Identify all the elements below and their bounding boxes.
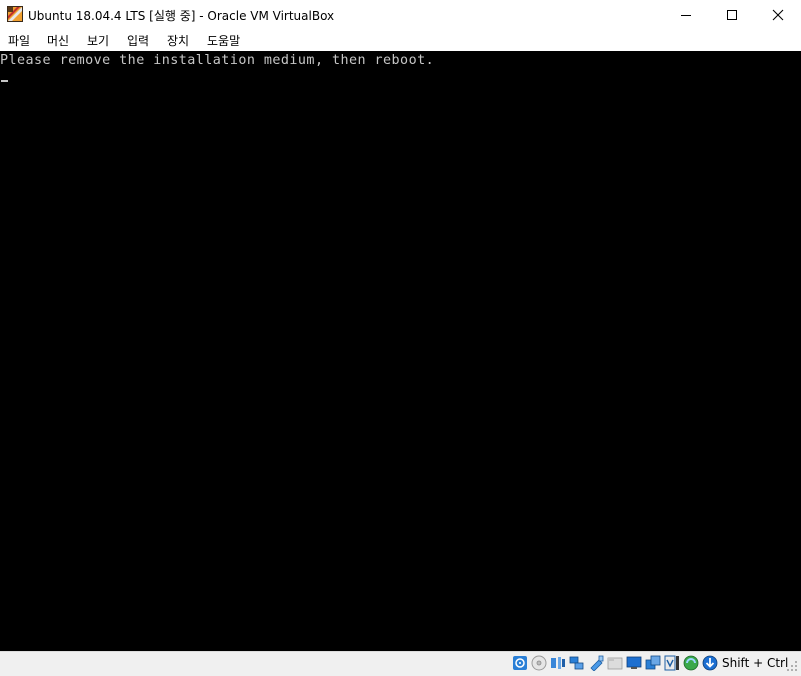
optical-drive-icon[interactable]: [531, 655, 547, 671]
shared-folders-icon[interactable]: [607, 655, 623, 671]
title-bar[interactable]: Ubuntu 18.04.4 LTS [실행 중] - Oracle VM Vi…: [0, 0, 801, 30]
virtualbox-app-icon: [7, 6, 23, 22]
minimize-button[interactable]: [663, 0, 709, 30]
console-message: Please remove the installation medium, t…: [0, 53, 435, 68]
close-icon: [772, 9, 784, 21]
close-button[interactable]: [755, 0, 801, 30]
host-key-label[interactable]: Shift + Ctrl: [722, 656, 788, 670]
mouse-integration-icon[interactable]: [683, 655, 699, 671]
maximize-button[interactable]: [709, 0, 755, 30]
menu-help[interactable]: 도움말: [207, 32, 240, 49]
vm-display[interactable]: Please remove the installation medium, t…: [0, 51, 801, 651]
audio-icon[interactable]: [550, 655, 566, 671]
hard-disk-icon[interactable]: [512, 655, 528, 671]
menu-view[interactable]: 보기: [87, 32, 109, 49]
resize-grip-icon[interactable]: [786, 660, 798, 672]
recording-icon[interactable]: [645, 655, 661, 671]
menu-devices[interactable]: 장치: [167, 32, 189, 49]
menu-file[interactable]: 파일: [8, 32, 30, 49]
keyboard-capture-icon[interactable]: [702, 655, 718, 671]
minimize-icon: [681, 15, 691, 16]
menu-bar: 파일 머신 보기 입력 장치 도움말: [0, 30, 801, 51]
display-icon[interactable]: [626, 655, 642, 671]
maximize-icon: [727, 10, 737, 20]
status-bar: Shift + Ctrl: [0, 651, 801, 676]
virtualization-icon[interactable]: [664, 655, 680, 671]
menu-machine[interactable]: 머신: [47, 32, 69, 49]
network-icon[interactable]: [569, 655, 585, 671]
window-title: Ubuntu 18.04.4 LTS [실행 중] - Oracle VM Vi…: [28, 9, 335, 23]
menu-input[interactable]: 입력: [127, 32, 149, 49]
console-cursor: [1, 80, 8, 82]
usb-icon[interactable]: [588, 655, 604, 671]
